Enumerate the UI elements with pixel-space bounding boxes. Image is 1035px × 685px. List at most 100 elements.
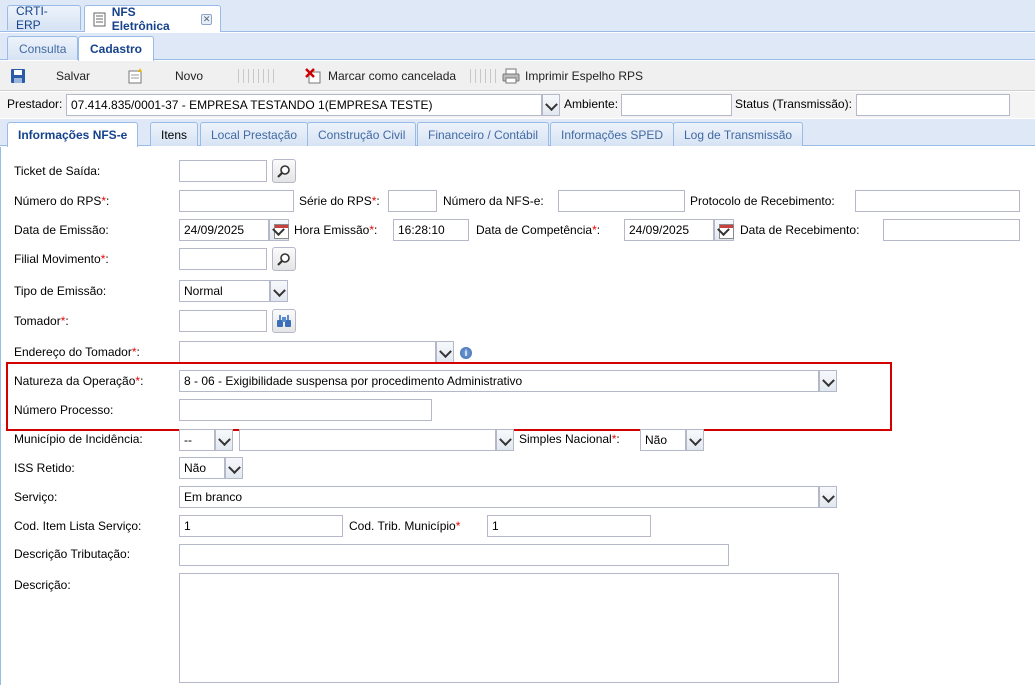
status-label: Status (Transmissão): <box>735 97 852 111</box>
data-recebimento-label: Data de Recebimento: <box>740 223 860 237</box>
descricao-textarea[interactable] <box>179 573 839 683</box>
data-recebimento-input[interactable] <box>883 219 1020 241</box>
search-icon <box>277 253 290 266</box>
servico-dropdown-button[interactable] <box>819 486 837 508</box>
new-button[interactable]: Novo <box>127 67 203 85</box>
toolbar-separator <box>470 69 496 83</box>
save-button[interactable]: Salvar <box>10 67 90 85</box>
desc-trib-label: Descrição Tributação: <box>14 547 131 561</box>
hora-emissao-input[interactable]: 16:28:10 <box>393 219 469 241</box>
tab-label: Cadastro <box>90 42 143 56</box>
tab-label: Informações NFS-e <box>18 128 128 142</box>
numero-processo-input[interactable] <box>179 399 432 421</box>
ambiente-field[interactable] <box>621 94 732 116</box>
print-rps-button[interactable]: Imprimir Espelho RPS <box>502 67 643 85</box>
ticket-input[interactable] <box>179 160 267 182</box>
toolbar-separator <box>238 69 276 83</box>
endereco-select[interactable] <box>179 341 436 363</box>
simples-dropdown-button[interactable] <box>686 429 704 451</box>
prestador-row: Prestador: 07.414.835/0001-37 - EMPRESA … <box>0 92 1035 118</box>
serie-rps-label: Série do RPS*: <box>299 194 380 208</box>
numero-processo-label: Número Processo: <box>14 403 114 417</box>
toolbar: Salvar Novo Marcar como cancelada Imprim… <box>0 61 1035 91</box>
filial-input[interactable] <box>179 248 267 270</box>
cod-item-label: Cod. Item Lista Serviço: <box>14 519 142 533</box>
nfse-tab-bar: Informações NFS-e Itens Local Prestação … <box>0 119 1035 147</box>
serie-rps-input[interactable] <box>388 190 437 212</box>
data-emissao-calendar-button[interactable] <box>269 219 289 241</box>
protocolo-label: Protocolo de Recebimento: <box>690 194 835 208</box>
tipo-emissao-select[interactable]: Normal <box>179 280 270 302</box>
window-tab-label: CRTI-ERP <box>16 4 48 32</box>
filial-search-button[interactable] <box>272 247 296 271</box>
descricao-label: Descrição: <box>14 578 71 592</box>
endereco-label: Endereço do Tomador*: <box>14 345 140 359</box>
tab-consulta[interactable]: Consulta <box>7 36 79 60</box>
data-competencia-calendar-button[interactable] <box>714 219 734 241</box>
servico-select[interactable]: Em branco <box>179 486 819 508</box>
tab-financeiro-contabil[interactable]: Financeiro / Contábil <box>417 122 550 146</box>
ticket-search-button[interactable] <box>272 159 296 183</box>
info-icon[interactable]: i <box>460 347 472 359</box>
numero-rps-label: Número do RPS*: <box>14 194 110 208</box>
cod-item-input[interactable]: 1 <box>179 515 343 537</box>
iss-retido-label: ISS Retido: <box>14 461 75 475</box>
tab-log-transmissao[interactable]: Log de Transmissão <box>673 122 804 146</box>
prestador-label: Prestador: <box>7 97 63 111</box>
tab-construcao-civil[interactable]: Construção Civil <box>307 122 417 146</box>
tomador-search-button[interactable] <box>272 309 296 333</box>
tab-label: Local Prestação <box>211 127 298 142</box>
protocolo-input[interactable] <box>855 190 1020 212</box>
endereco-dropdown-button[interactable] <box>436 341 454 363</box>
tab-informacoes-sped[interactable]: Informações SPED <box>550 122 675 146</box>
window-tab-crti-erp[interactable]: CRTI-ERP <box>7 4 81 32</box>
sub-tab-bar: Consulta Cadastro <box>0 33 1035 61</box>
desc-trib-input[interactable] <box>179 544 729 566</box>
simples-select[interactable]: Não <box>640 429 686 451</box>
tab-label: Itens <box>161 127 188 142</box>
tab-label: Consulta <box>19 41 67 56</box>
data-emissao-input[interactable]: 24/09/2025 <box>179 219 269 241</box>
tab-label: Financeiro / Contábil <box>428 127 539 142</box>
municipio-uf-select[interactable]: -- <box>179 429 215 451</box>
tab-cadastro[interactable]: Cadastro <box>78 36 155 61</box>
data-competencia-input[interactable]: 24/09/2025 <box>624 219 714 241</box>
numero-rps-input[interactable] <box>179 190 294 212</box>
window-tab-bar: CRTI-ERP NFS Eletrônica ✕ <box>0 0 1035 33</box>
cod-trib-label: Cod. Trib. Município* <box>349 519 461 533</box>
tipo-emissao-dropdown-button[interactable] <box>270 280 288 302</box>
ticket-label: Ticket de Saída: <box>14 164 101 178</box>
cod-trib-input[interactable]: 1 <box>487 515 651 537</box>
natureza-dropdown-button[interactable] <box>819 370 837 392</box>
servico-label: Serviço: <box>14 490 58 504</box>
tab-label: Construção Civil <box>318 127 406 142</box>
municipio-dropdown-button[interactable] <box>496 429 514 451</box>
tab-informacoes-nfse[interactable]: Informações NFS-e <box>7 122 139 147</box>
new-label: Novo <box>175 69 204 83</box>
numero-nfse-label: Número da NFS-e: <box>443 194 544 208</box>
natureza-label: Natureza da Operação*: <box>14 374 144 388</box>
window-tab-label: NFS Eletrônica <box>111 5 170 33</box>
status-field[interactable] <box>856 94 1010 116</box>
mark-cancelled-button[interactable]: Marcar como cancelada <box>305 67 456 85</box>
tab-itens[interactable]: Itens <box>150 122 199 146</box>
filial-label: Filial Movimento*: <box>14 252 109 266</box>
tipo-emissao-label: Tipo de Emissão: <box>14 284 107 298</box>
natureza-select[interactable]: 8 - 06 - Exigibilidade suspensa por proc… <box>179 370 819 392</box>
hora-emissao-label: Hora Emissão*: <box>294 223 378 237</box>
prestador-dropdown-button[interactable] <box>542 94 560 116</box>
document-icon <box>93 12 106 26</box>
municipio-uf-dropdown-button[interactable] <box>215 429 233 451</box>
numero-nfse-input[interactable] <box>558 190 685 212</box>
window-tab-nfs-eletronica[interactable]: NFS Eletrônica ✕ <box>84 5 221 33</box>
prestador-combo[interactable]: 07.414.835/0001-37 - EMPRESA TESTANDO 1(… <box>66 94 542 116</box>
cancel-document-icon <box>305 68 321 84</box>
municipio-select[interactable] <box>239 429 496 451</box>
tomador-label: Tomador*: <box>14 314 69 328</box>
tab-local-prestacao[interactable]: Local Prestação <box>200 122 309 146</box>
iss-retido-select[interactable]: Não <box>179 457 225 479</box>
iss-retido-dropdown-button[interactable] <box>225 457 243 479</box>
print-label: Imprimir Espelho RPS <box>525 69 644 83</box>
tomador-input[interactable] <box>179 310 267 332</box>
close-icon[interactable]: ✕ <box>201 13 212 25</box>
